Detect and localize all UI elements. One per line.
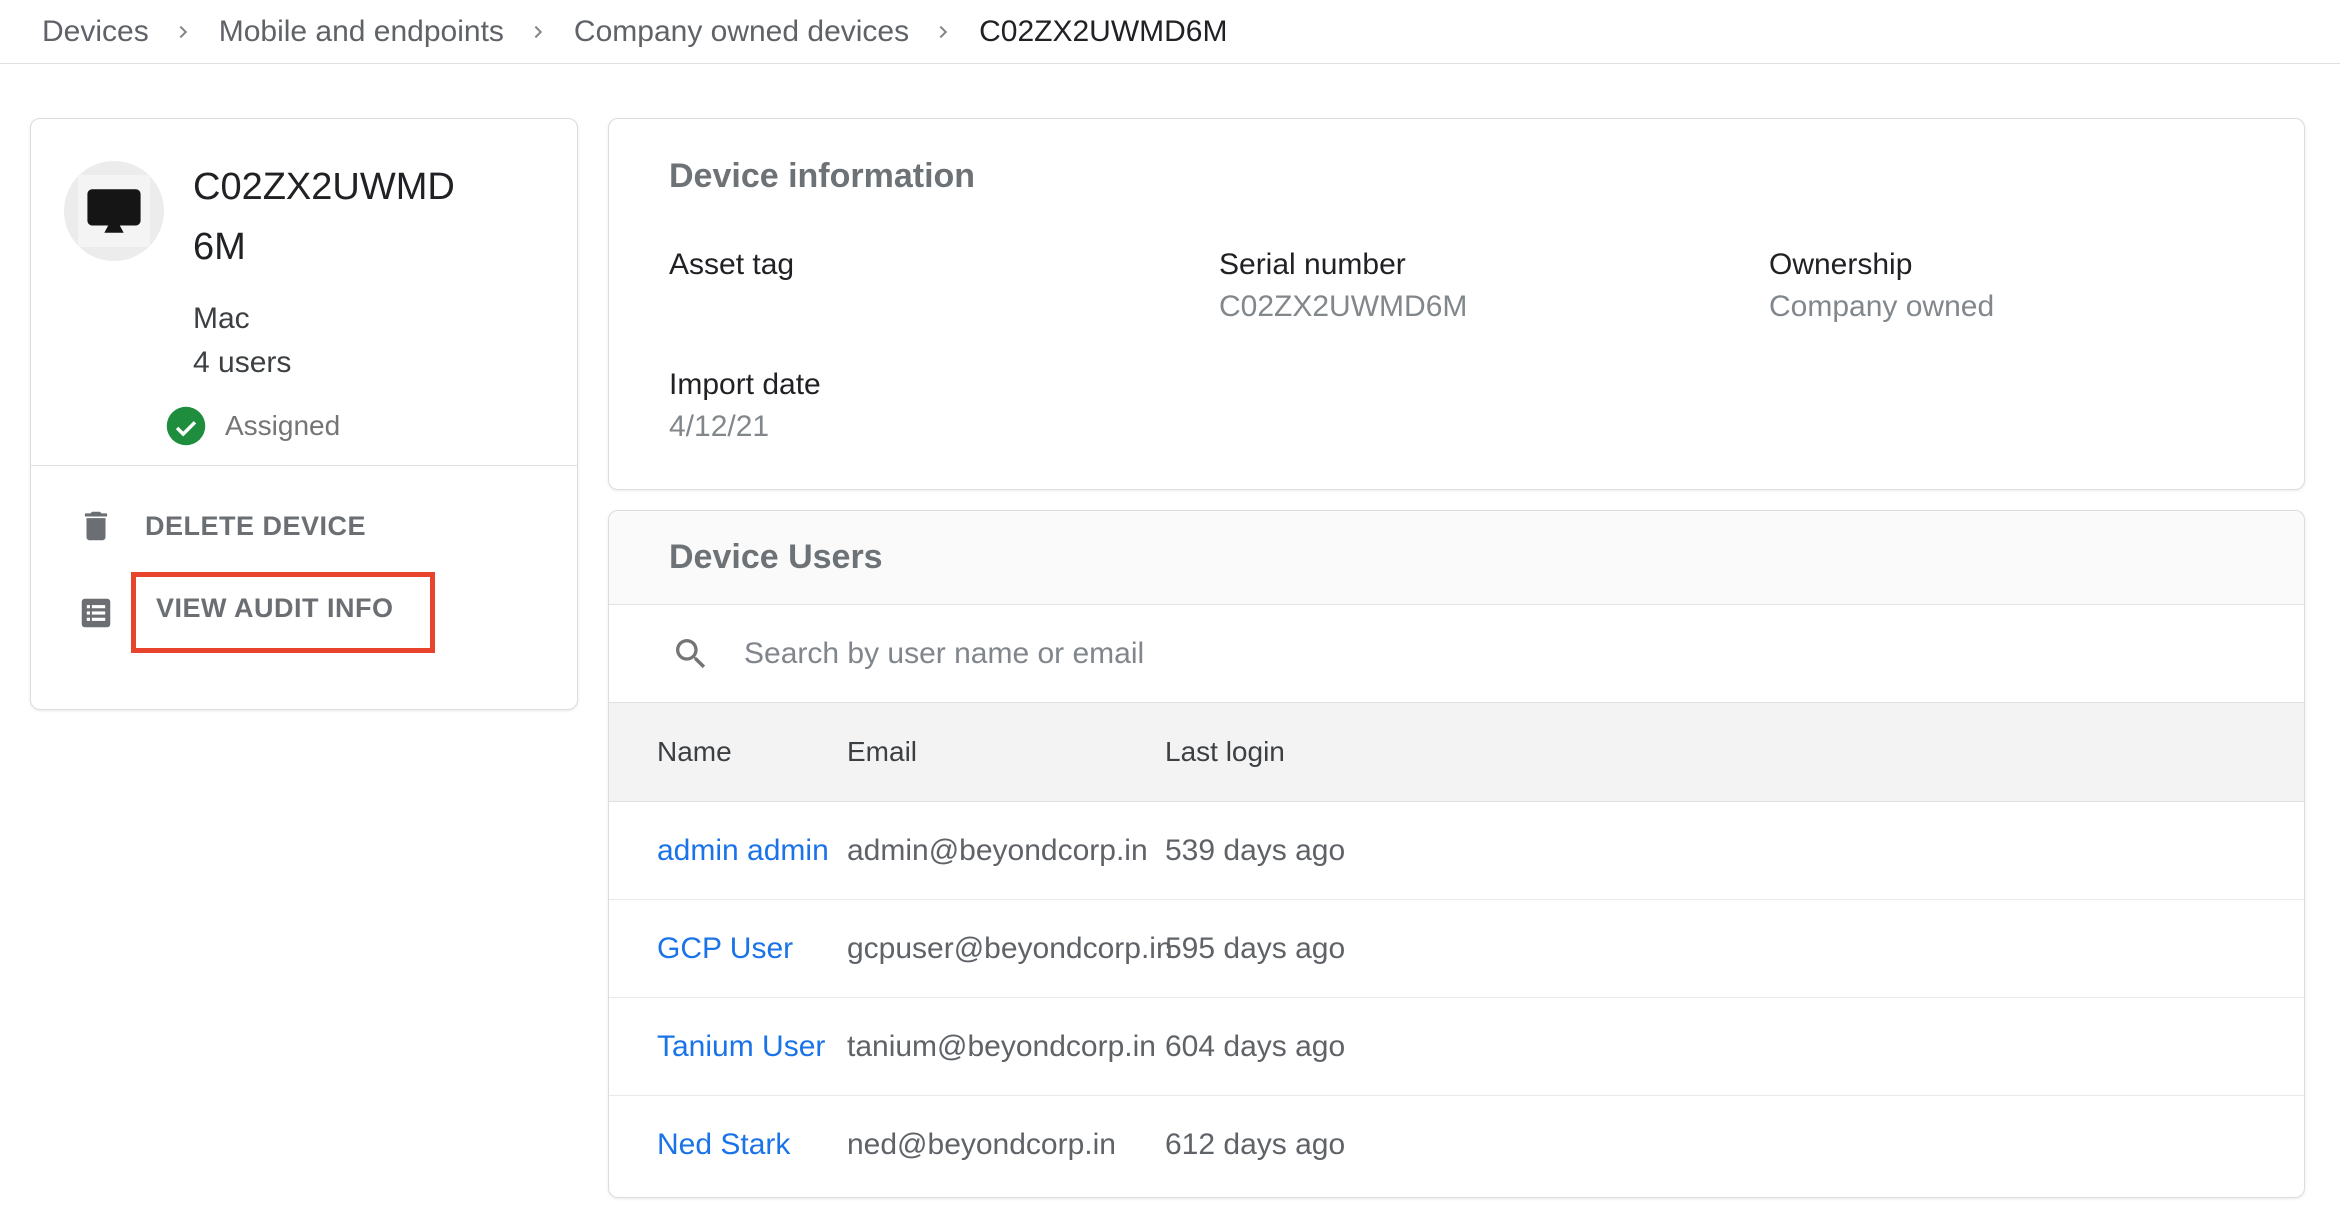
chevron-right-icon [931,19,957,45]
device-information-card: Device information Asset tag Serial numb… [608,118,2305,490]
list-alt-icon [77,594,115,632]
user-email: gcpuser@beyondcorp.in [847,932,1165,966]
breadcrumb: Devices Mobile and endpoints Company own… [0,0,2340,64]
table-row: GCP User gcpuser@beyondcorp.in 595 days … [609,900,2304,998]
delete-device-label: DELETE DEVICE [145,511,366,542]
user-last-login: 604 days ago [1165,1030,2304,1064]
annotation-highlight-box: VIEW AUDIT INFO [131,572,435,653]
field-serial-number: Serial number C02ZX2UWMD6M [1219,248,1769,328]
table-row: Ned Stark ned@beyondcorp.in 612 days ago [609,1096,2304,1194]
user-email: tanium@beyondcorp.in [847,1030,1165,1064]
check-circle-icon [165,405,207,447]
field-value: 4/12/21 [669,410,1219,448]
field-label: Serial number [1219,248,1769,282]
user-name-link[interactable]: GCP User [657,932,847,966]
view-audit-info-label: VIEW AUDIT INFO [156,593,394,623]
table-row: admin admin admin@beyondcorp.in 539 days… [609,802,2304,900]
page-content: C02ZX2UWMD6M Mac 4 users Assigned [0,64,2340,1232]
field-label: Ownership [1769,248,2244,282]
device-users-card: Device Users Name Email Last login admin… [608,510,2305,1198]
users-table-header: Name Email Last login [609,702,2304,802]
chevron-right-icon [526,19,552,45]
column-header-last-login: Last login [1165,736,2304,768]
field-value: C02ZX2UWMD6M [1219,290,1769,328]
device-information-title: Device information [669,157,2244,196]
trash-icon [77,507,115,545]
field-import-date: Import date 4/12/21 [669,368,1219,448]
device-users-title: Device Users [669,538,883,577]
user-last-login: 595 days ago [1165,932,2304,966]
user-email: admin@beyondcorp.in [847,834,1165,868]
user-last-login: 539 days ago [1165,834,2304,868]
field-value [669,290,1219,328]
user-name-link[interactable]: Ned Stark [657,1128,847,1162]
device-users-header: Device Users [609,511,2304,605]
device-type-label: Mac [193,297,461,341]
breadcrumb-item-company-owned-devices[interactable]: Company owned devices [574,15,909,49]
breadcrumb-item-current-device: C02ZX2UWMD6M [979,15,1227,49]
device-users-search-row [609,605,2304,702]
user-email: ned@beyondcorp.in [847,1128,1165,1162]
device-status-row: Assigned [165,405,461,447]
device-avatar [64,161,164,261]
breadcrumb-item-mobile-endpoints[interactable]: Mobile and endpoints [219,15,504,49]
device-users-count: 4 users [193,341,461,385]
breadcrumb-item-devices[interactable]: Devices [42,15,149,49]
status-badge: Assigned [225,410,340,442]
device-title: C02ZX2UWMD6M [193,157,461,277]
user-last-login: 612 days ago [1165,1128,2304,1162]
desktop-monitor-icon [78,175,150,247]
column-header-name: Name [657,736,847,768]
user-name-link[interactable]: admin admin [657,834,847,868]
chevron-right-icon [171,19,197,45]
device-summary-header: C02ZX2UWMD6M Mac 4 users Assigned [31,119,577,465]
field-ownership: Ownership Company owned [1769,248,2244,328]
field-value: Company owned [1769,290,2244,328]
device-summary-card: C02ZX2UWMD6M Mac 4 users Assigned [30,118,578,710]
delete-device-button[interactable]: DELETE DEVICE [77,486,547,566]
field-label: Import date [669,368,1219,402]
device-information-fields: Asset tag Serial number C02ZX2UWMD6M Own… [669,248,2244,448]
field-label: Asset tag [669,248,1219,282]
view-audit-info-button[interactable]: VIEW AUDIT INFO [77,572,547,653]
field-asset-tag: Asset tag [669,248,1219,328]
search-icon [671,634,711,674]
user-name-link[interactable]: Tanium User [657,1030,847,1064]
column-header-email: Email [847,736,1165,768]
search-input[interactable] [744,637,1844,671]
table-row: Tanium User tanium@beyondcorp.in 604 day… [609,998,2304,1096]
device-actions: DELETE DEVICE VIEW AUDIT INFO [31,466,577,653]
